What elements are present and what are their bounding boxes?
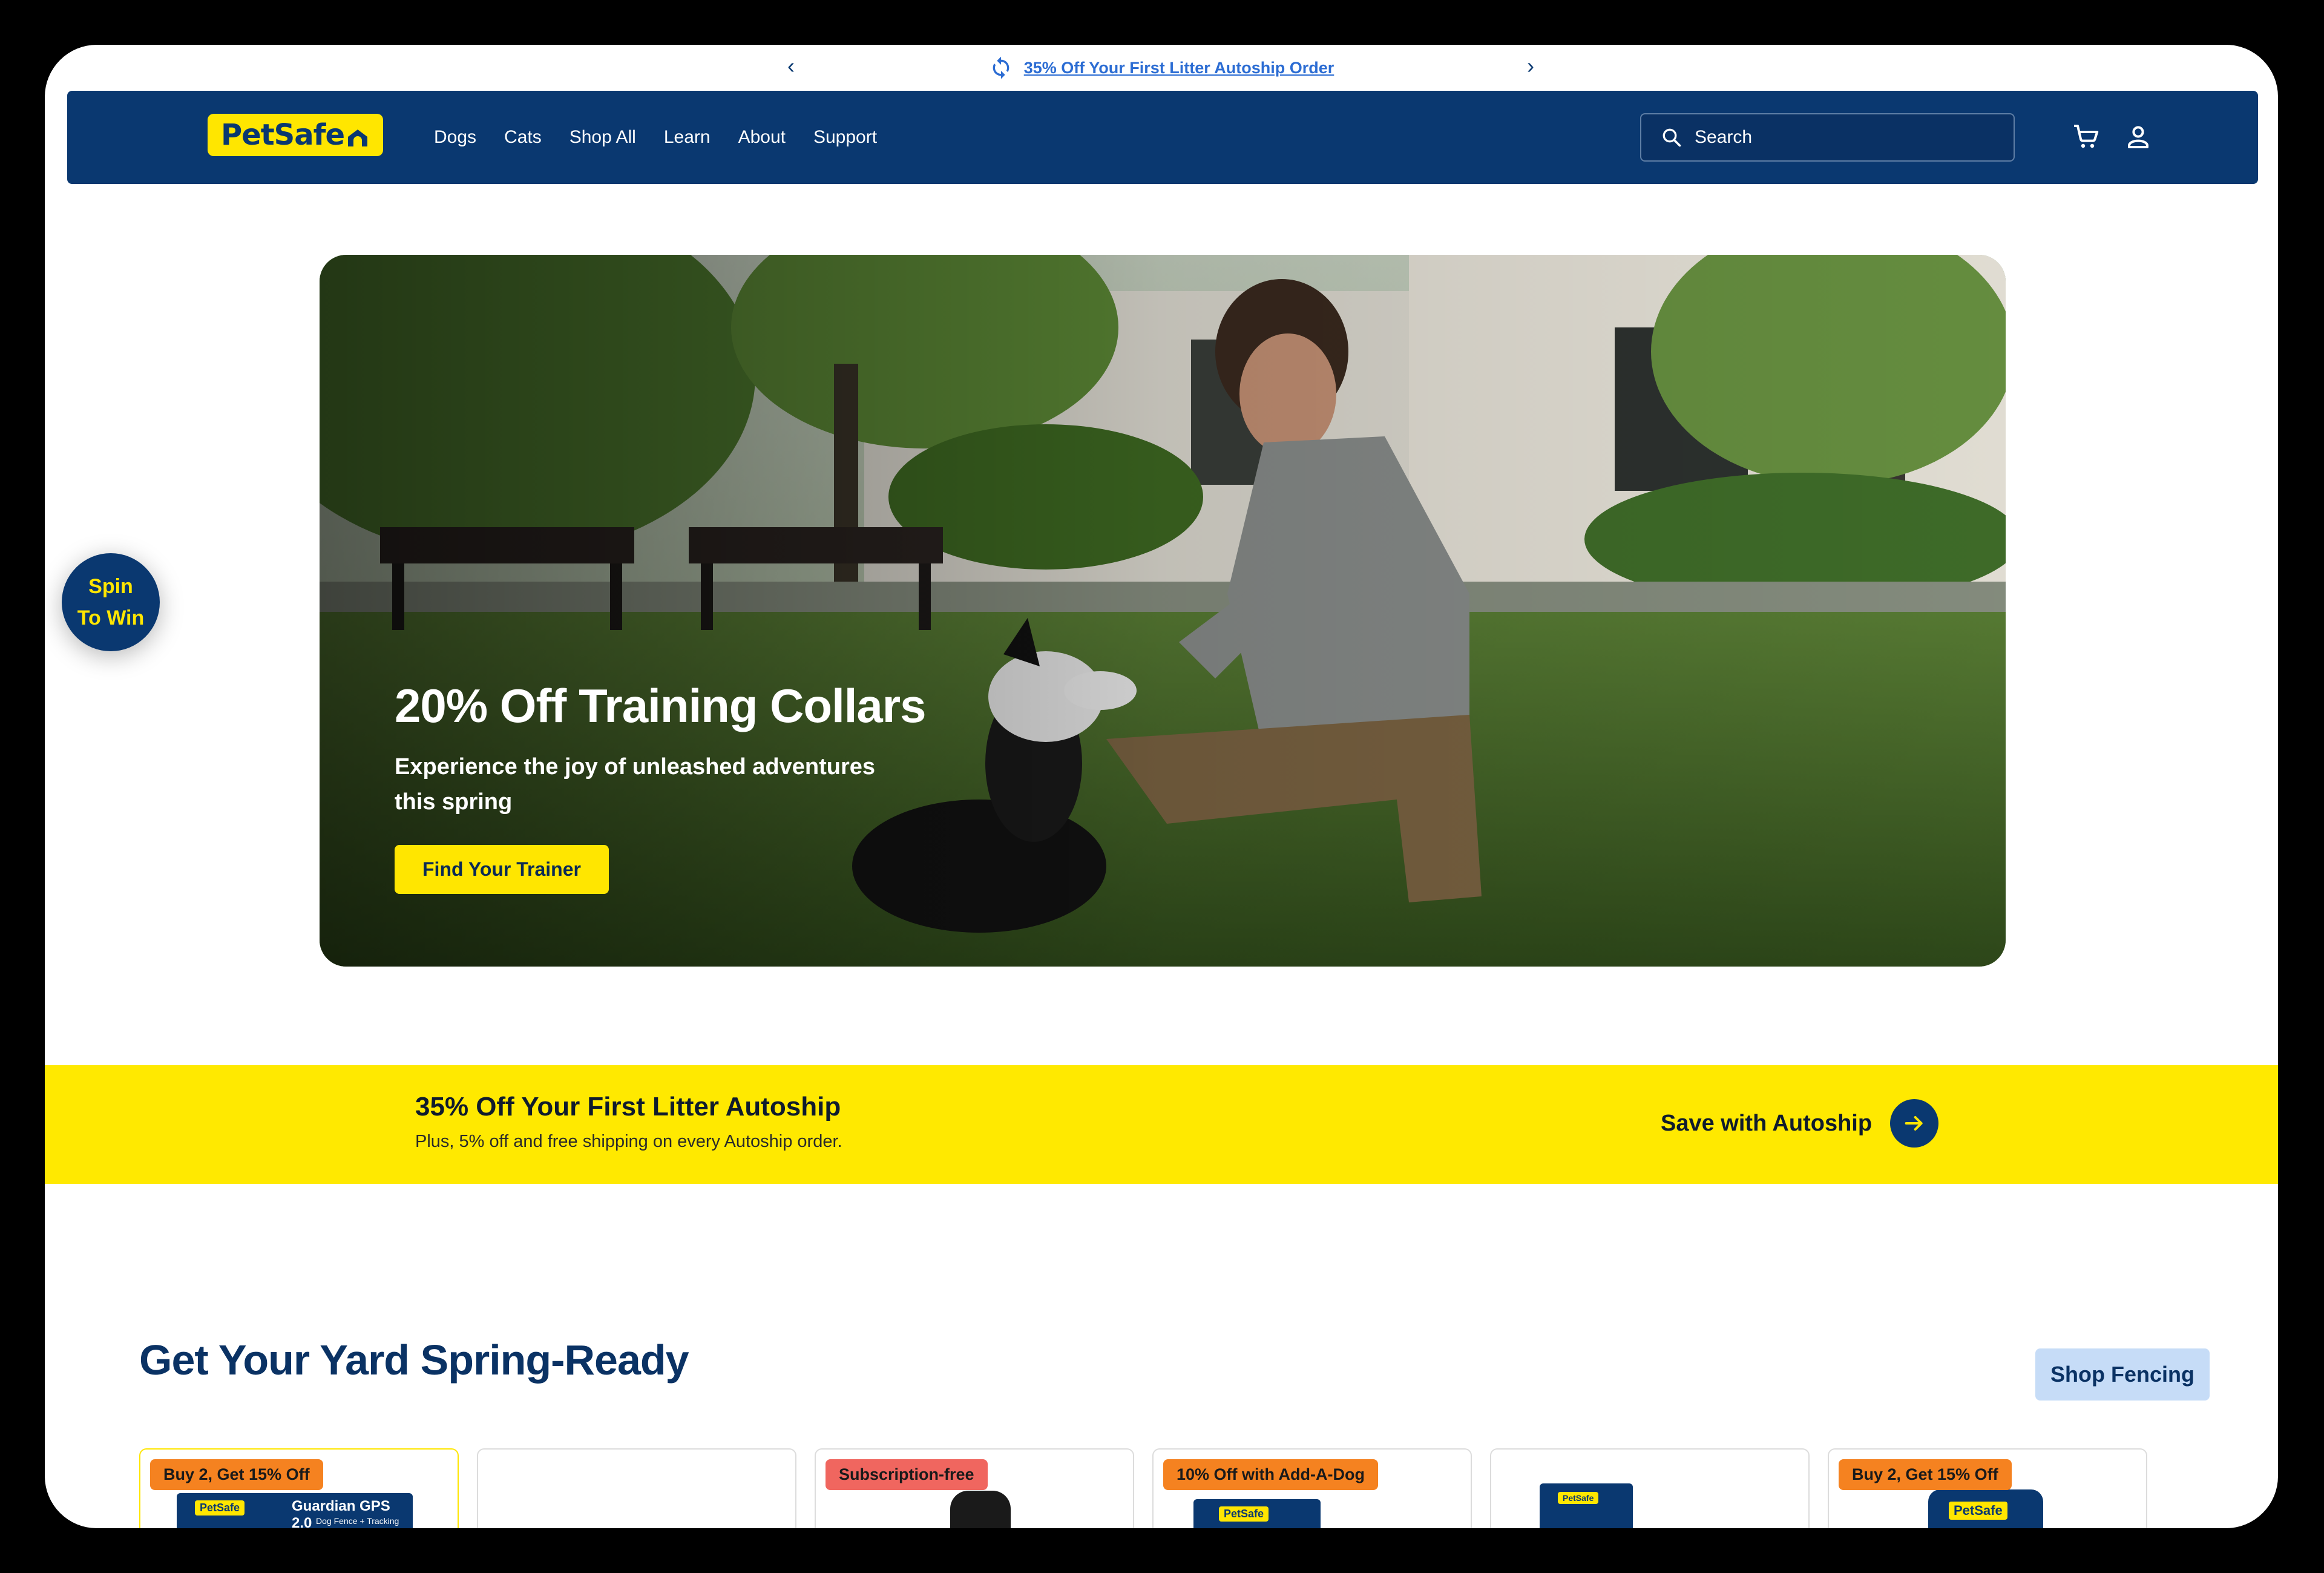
main-nav: Dogs Cats Shop All Learn About Support: [434, 91, 877, 184]
announcement-bar: ‹ 35% Off Your First Litter Autoship Ord…: [45, 45, 2278, 91]
announcement-link[interactable]: 35% Off Your First Litter Autoship Order: [989, 56, 1334, 80]
product-card[interactable]: PetSafe Guardian GPS 2.0 Dog Fence + Tra…: [139, 1448, 459, 1528]
arrow-right-icon: [1890, 1099, 1939, 1148]
cart-icon[interactable]: [2072, 122, 2101, 151]
petsafe-logo[interactable]: PetSafe: [208, 114, 383, 156]
site-header: PetSafe Dogs Cats Shop All Learn About S…: [67, 91, 2258, 184]
product-card[interactable]: PetSafe 10% Off with Add-A-Dog: [1152, 1448, 1472, 1528]
product-brand-label: PetSafe: [1219, 1506, 1269, 1522]
spin-to-win-label: Spin To Win: [77, 575, 145, 629]
find-your-trainer-button[interactable]: Find Your Trainer: [395, 845, 609, 894]
product-brand-label: PetSafe: [1558, 1492, 1599, 1504]
product-image: [950, 1491, 1011, 1528]
product-image: PetSafe: [1193, 1499, 1321, 1528]
product-card[interactable]: [477, 1448, 796, 1528]
hero-subtitle: Experience the joy of unleashed adventur…: [395, 754, 876, 815]
product-badge: Subscription-free: [826, 1459, 988, 1490]
autoship-subtitle: Plus, 5% off and free shipping on every …: [415, 1132, 842, 1151]
product-image: PetSafe: [1928, 1489, 2043, 1528]
sync-icon: [993, 56, 1009, 79]
nav-shop-all[interactable]: Shop All: [570, 127, 636, 148]
spin-to-win-button[interactable]: Spin To Win: [62, 553, 160, 651]
account-icon[interactable]: [2124, 122, 2153, 151]
product-card[interactable]: Subscription-free: [815, 1448, 1134, 1528]
product-badge: Buy 2, Get 15% Off: [1839, 1459, 2012, 1490]
announcement-text: 35% Off Your First Litter Autoship Order: [1023, 58, 1334, 77]
product-card[interactable]: PetSafe: [1490, 1448, 1810, 1528]
browser-viewport: ‹ 35% Off Your First Litter Autoship Ord…: [45, 45, 2278, 1528]
product-brand-label: PetSafe: [195, 1500, 245, 1516]
device-frame: ‹ 35% Off Your First Litter Autoship Ord…: [0, 0, 2324, 1573]
product-badge: 10% Off with Add-A-Dog: [1163, 1459, 1378, 1490]
product-badge: Buy 2, Get 15% Off: [150, 1459, 323, 1490]
announcement-prev-button[interactable]: ‹: [787, 53, 795, 79]
product-image: PetSafe Guardian GPS 2.0 Dog Fence + Tra…: [177, 1493, 413, 1528]
nav-learn[interactable]: Learn: [664, 127, 711, 148]
search-input[interactable]: [1695, 127, 1985, 148]
logo-text: PetSafe: [220, 118, 345, 152]
autoship-title: 35% Off Your First Litter Autoship: [415, 1092, 841, 1121]
hero-title: 20% Off Training Collars: [395, 679, 927, 732]
search-icon: [1663, 128, 1681, 147]
autoship-banner: 35% Off Your First Litter Autoship Plus,…: [45, 1065, 2278, 1184]
product-image: PetSafe: [1540, 1483, 1633, 1528]
product-brand-label: PetSafe: [1949, 1502, 2007, 1520]
nav-support[interactable]: Support: [813, 127, 877, 148]
nav-dogs[interactable]: Dogs: [434, 127, 476, 148]
house-icon: [348, 130, 368, 146]
nav-about[interactable]: About: [738, 127, 786, 148]
product-subname: Dog Fence + Tracking: [316, 1516, 399, 1526]
save-with-autoship-link[interactable]: Save with Autoship: [1661, 1099, 1939, 1148]
shop-fencing-button[interactable]: Shop Fencing: [2035, 1348, 2210, 1401]
announcement-next-button[interactable]: ›: [1527, 53, 1534, 79]
product-card[interactable]: PetSafe Buy 2, Get 15% Off: [1828, 1448, 2147, 1528]
hero-content: 20% Off Training Collars Experience the …: [395, 678, 927, 894]
nav-cats[interactable]: Cats: [504, 127, 542, 148]
yard-section-title: Get Your Yard Spring-Ready: [139, 1336, 689, 1384]
hero-banner: 20% Off Training Collars Experience the …: [320, 255, 2006, 967]
save-with-autoship-label: Save with Autoship: [1661, 1110, 1873, 1136]
search-box[interactable]: [1640, 113, 2015, 162]
